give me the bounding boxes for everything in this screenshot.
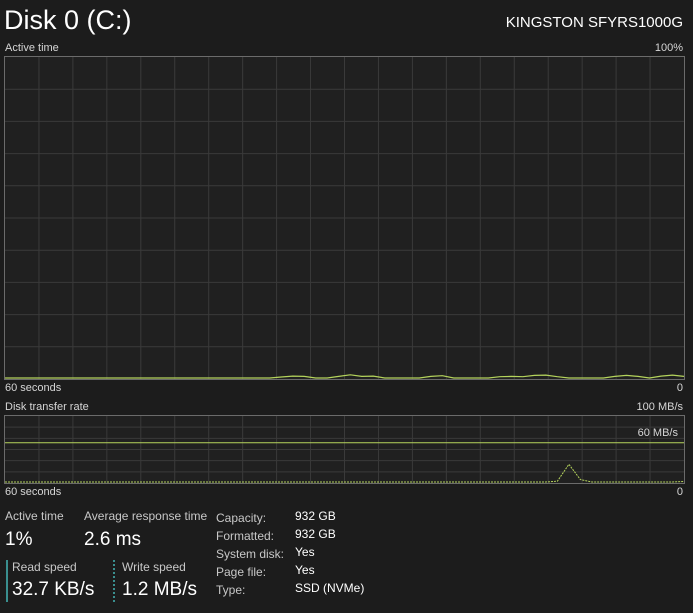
- active-time-min-label: 0: [676, 382, 683, 394]
- property-key: Capacity:: [216, 511, 267, 525]
- disk-model: KINGSTON SFYRS1000G: [505, 14, 683, 31]
- disk-title: Disk 0 (C:): [4, 5, 132, 35]
- transfer-rate-chart: [5, 416, 684, 483]
- write-speed-label: Write speed: [122, 560, 186, 574]
- read-speed-value: 32.7 KB/s: [12, 579, 95, 600]
- transfer-rate-min-label: 0: [676, 486, 683, 498]
- property-row: Capacity: 932 GB: [216, 509, 416, 527]
- transfer-rate-duration-label: 60 seconds: [5, 486, 62, 498]
- properties-list: Capacity: 932 GB Formatted: 932 GB Syste…: [216, 509, 416, 599]
- active-time-max-label: 100%: [654, 42, 683, 54]
- write-speed-indicator: [113, 560, 115, 602]
- property-value: 932 GB: [295, 527, 336, 541]
- active-time-stat-value: 1%: [5, 529, 33, 550]
- active-time-chart: [5, 57, 684, 379]
- read-speed-indicator: [6, 560, 8, 602]
- active-time-graph: [4, 56, 685, 380]
- property-key: Formatted:: [216, 529, 275, 543]
- read-speed-label: Read speed: [12, 560, 77, 574]
- active-time-duration-label: 60 seconds: [5, 382, 62, 394]
- property-row: Formatted: 932 GB: [216, 527, 416, 545]
- property-value: Yes: [295, 563, 315, 577]
- property-value: Yes: [295, 545, 315, 559]
- property-key: Page file:: [216, 565, 267, 579]
- transfer-rate-graph: 60 MB/s: [4, 415, 685, 484]
- transfer-rate-max-label: 100 MB/s: [636, 401, 683, 413]
- property-row: Page file: Yes: [216, 563, 416, 581]
- property-key: Type:: [216, 583, 246, 597]
- active-time-graph-label: Active time: [5, 42, 59, 54]
- property-value: SSD (NVMe): [295, 581, 365, 595]
- transfer-rate-ref-label: 60 MB/s: [637, 427, 678, 439]
- avg-response-stat-value: 2.6 ms: [84, 529, 142, 550]
- write-speed-value: 1.2 MB/s: [122, 579, 197, 600]
- property-key: System disk:: [216, 547, 285, 561]
- transfer-rate-graph-label: Disk transfer rate: [5, 401, 89, 413]
- active-time-stat-label: Active time: [5, 509, 64, 523]
- property-value: 932 GB: [295, 509, 336, 523]
- property-row: System disk: Yes: [216, 545, 416, 563]
- avg-response-stat-label: Average response time: [84, 509, 208, 523]
- property-row: Type: SSD (NVMe): [216, 581, 416, 599]
